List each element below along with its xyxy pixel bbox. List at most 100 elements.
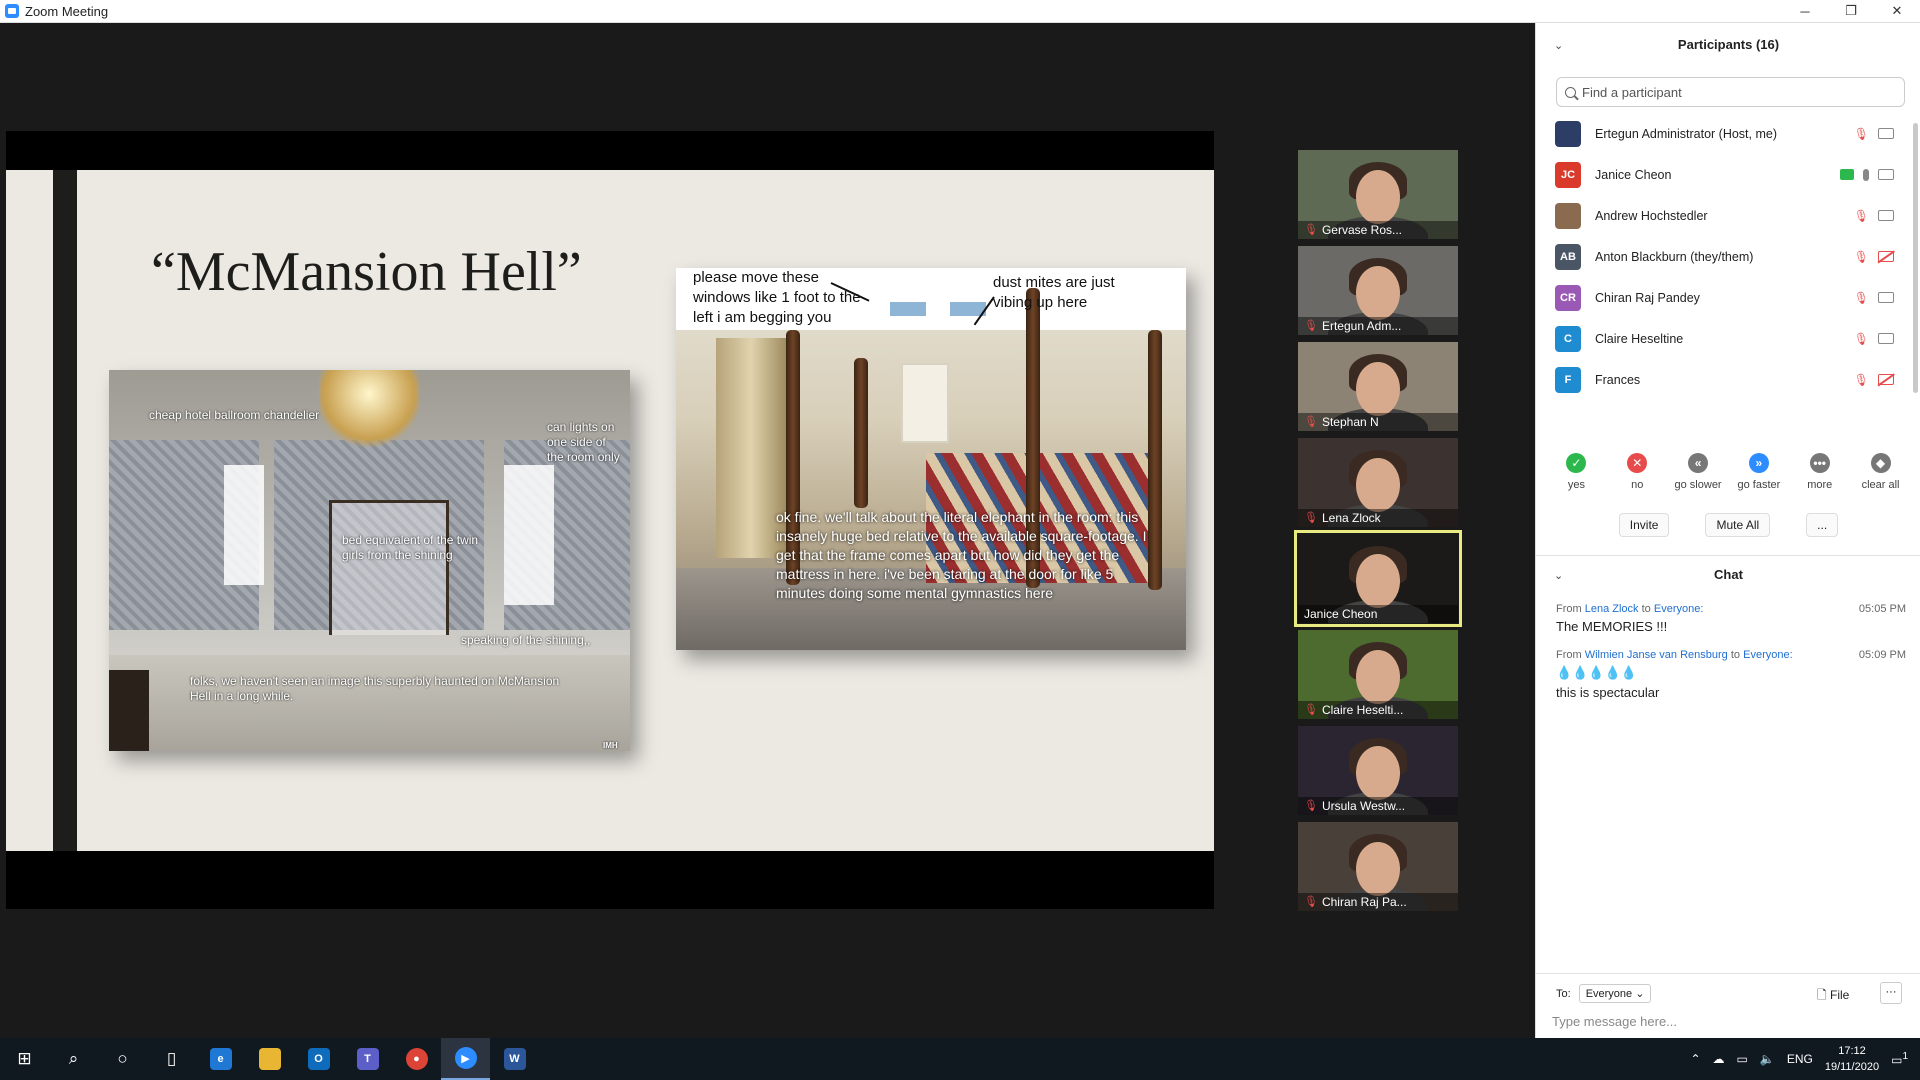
clock-time: 17:12 xyxy=(1838,1045,1866,1057)
start-button[interactable]: ⊞ xyxy=(0,1038,49,1080)
video-participant-name: Lena Zlock xyxy=(1321,511,1381,525)
participant-face xyxy=(1356,458,1400,512)
chrome-icon[interactable]: ● xyxy=(392,1038,441,1080)
reaction-go-slower-button[interactable]: « go slower xyxy=(1668,453,1728,491)
volume-icon[interactable]: 🔈 xyxy=(1760,1052,1775,1066)
word-icon[interactable]: W xyxy=(490,1038,539,1080)
reaction-no-button[interactable]: ✕ no xyxy=(1607,453,1667,491)
video-tile[interactable]: 🎙 Gervase Ros... xyxy=(1298,150,1458,239)
reaction-label: no xyxy=(1631,479,1644,491)
participants-title: Participants (16) xyxy=(1677,37,1780,52)
muted-mic-icon[interactable]: 🎙 xyxy=(1854,209,1869,223)
language-indicator[interactable]: ENG xyxy=(1787,1052,1813,1066)
avatar: JC xyxy=(1555,161,1581,188)
avatar xyxy=(1555,202,1581,229)
muted-mic-icon[interactable]: 🎙 xyxy=(1854,332,1869,346)
participant-row[interactable]: CR Chiran Raj Pandey 🎙 xyxy=(1536,277,1916,318)
participant-row[interactable]: Ertegun Administrator (Host, me) 🎙 xyxy=(1536,113,1916,154)
video-tile[interactable]: Janice Cheon xyxy=(1294,530,1462,627)
message-to-word: to xyxy=(1730,649,1741,661)
message-sender[interactable]: Lena Zlock xyxy=(1585,603,1639,615)
reaction-go-faster-button[interactable]: » go faster xyxy=(1729,453,1789,491)
notification-icon[interactable]: ▭1 xyxy=(1891,1051,1908,1067)
message-recipient[interactable]: Everyone: xyxy=(1743,649,1793,661)
participant-row[interactable]: C Claire Heseltine 🎙 xyxy=(1536,318,1916,359)
message-text: The MEMORIES !!! xyxy=(1556,619,1668,634)
teams-icon[interactable]: T xyxy=(343,1038,392,1080)
chat-composer: To: Everyone ⌄ 🗋 File ··· Type message h… xyxy=(1536,973,1920,1038)
clock[interactable]: 17:12 19/11/2020 xyxy=(1825,1043,1879,1075)
muted-mic-icon[interactable]: 🎙 xyxy=(1854,291,1869,305)
invite-button[interactable]: Invite xyxy=(1618,513,1670,537)
muted-mic-icon: 🎙 xyxy=(1304,896,1318,908)
muted-mic-icon[interactable]: 🎙 xyxy=(1854,250,1869,264)
message-recipient[interactable]: Everyone: xyxy=(1654,603,1704,615)
participant-row[interactable]: F Frances 🎙 xyxy=(1536,359,1916,400)
windows-taskbar: ⊞ ⌕ ○ ▯ e O T ● ▶ W ⌃ ☁ ▭ 🔈 ENG 17:12 19… xyxy=(0,1038,1920,1080)
muted-mic-icon[interactable]: 🎙 xyxy=(1854,373,1869,387)
message-sender[interactable]: Wilmien Janse van Rensburg xyxy=(1585,649,1728,661)
reaction-icon: ✕ xyxy=(1627,453,1648,473)
participant-face xyxy=(1356,266,1400,320)
video-tile[interactable]: 🎙 Lena Zlock xyxy=(1298,438,1458,527)
onedrive-icon[interactable]: ☁ xyxy=(1713,1052,1725,1066)
participant-face xyxy=(1356,842,1400,896)
file-button[interactable]: 🗋 File xyxy=(1817,986,1849,1007)
avatar xyxy=(1555,120,1581,147)
file-explorer-icon[interactable] xyxy=(245,1038,294,1080)
participant-face xyxy=(1356,746,1400,800)
message-to-word: to xyxy=(1641,603,1651,615)
reaction-label: go slower xyxy=(1674,479,1722,491)
video-icon[interactable] xyxy=(1878,333,1894,344)
participant-row[interactable]: Andrew Hochstedler 🎙 xyxy=(1536,195,1916,236)
zoom-taskbar-icon[interactable]: ▶ xyxy=(441,1038,490,1080)
muted-mic-icon[interactable]: 🎙 xyxy=(1854,127,1869,141)
video-icon[interactable] xyxy=(1878,128,1894,139)
reaction-icon: ◆ xyxy=(1870,453,1891,473)
video-name-label: 🎙 Ursula Westw... xyxy=(1298,797,1458,815)
notification-count: 1 xyxy=(1902,1051,1908,1062)
search-placeholder: Find a participant xyxy=(1582,84,1682,100)
cortana-icon[interactable]: ○ xyxy=(98,1038,147,1080)
reaction-yes-button[interactable]: ✓ yes xyxy=(1546,453,1606,491)
participant-row[interactable]: AB Anton Blackburn (they/them) 🎙 xyxy=(1536,236,1916,277)
bedroom-photo-1: cheap hotel ballroom chandelier can ligh… xyxy=(109,370,630,751)
recipient-select[interactable]: Everyone ⌄ xyxy=(1578,984,1652,1003)
participant-scrollbar[interactable] xyxy=(1913,123,1918,393)
tray-chevron-icon[interactable]: ⌃ xyxy=(1690,1052,1700,1066)
mute-all-button[interactable]: Mute All xyxy=(1705,513,1771,537)
gallery-strip: 🎙 Gervase Ros... 🎙 Ertegun Adm... 🎙 Stephan N… xyxy=(1294,150,1462,918)
participant-face xyxy=(1356,650,1400,704)
message-time: 05:05 PM xyxy=(1858,603,1906,615)
task-view-icon[interactable]: ▯ xyxy=(147,1038,196,1080)
video-tile[interactable]: 🎙 Ertegun Adm... xyxy=(1298,246,1458,335)
edge-icon[interactable]: e xyxy=(196,1038,245,1080)
reaction-more-button[interactable]: ••• more xyxy=(1790,453,1850,491)
chat-more-button[interactable]: ··· xyxy=(1880,982,1902,1004)
reaction-icon: ••• xyxy=(1809,453,1830,473)
participants-more-button[interactable]: ... xyxy=(1806,513,1839,537)
outlook-icon[interactable]: O xyxy=(294,1038,343,1080)
video-off-icon[interactable] xyxy=(1878,374,1894,385)
participant-row[interactable]: JC Janice Cheon xyxy=(1536,154,1916,195)
chat-message-input[interactable]: Type message here... xyxy=(1552,1014,1677,1029)
reaction-clear-all-button[interactable]: ◆ clear all xyxy=(1851,453,1911,491)
mic-icon[interactable] xyxy=(1863,168,1869,181)
video-icon[interactable] xyxy=(1878,292,1894,303)
participant-search-input[interactable]: Find a participant xyxy=(1556,77,1905,107)
network-icon[interactable]: ▭ xyxy=(1737,1052,1748,1066)
video-tile[interactable]: 🎙 Stephan N xyxy=(1298,342,1458,431)
minimize-button[interactable]: ─ xyxy=(1782,0,1828,23)
caption: cheap hotel ballroom chandelier xyxy=(149,408,320,422)
video-off-icon[interactable] xyxy=(1878,251,1894,262)
video-tile[interactable]: 🎙 Ursula Westw... xyxy=(1298,726,1458,815)
video-tile[interactable]: 🎙 Chiran Raj Pa... xyxy=(1298,822,1458,911)
close-button[interactable]: ✕ xyxy=(1874,0,1920,23)
search-taskbar-icon[interactable]: ⌕ xyxy=(49,1038,98,1080)
video-icon[interactable] xyxy=(1878,210,1894,221)
restore-button[interactable]: ❐ xyxy=(1828,0,1874,23)
reaction-icon: » xyxy=(1748,453,1769,473)
video-icon[interactable] xyxy=(1878,169,1894,180)
doorway xyxy=(109,670,149,751)
video-tile[interactable]: 🎙 Claire Heselti... xyxy=(1298,630,1458,719)
